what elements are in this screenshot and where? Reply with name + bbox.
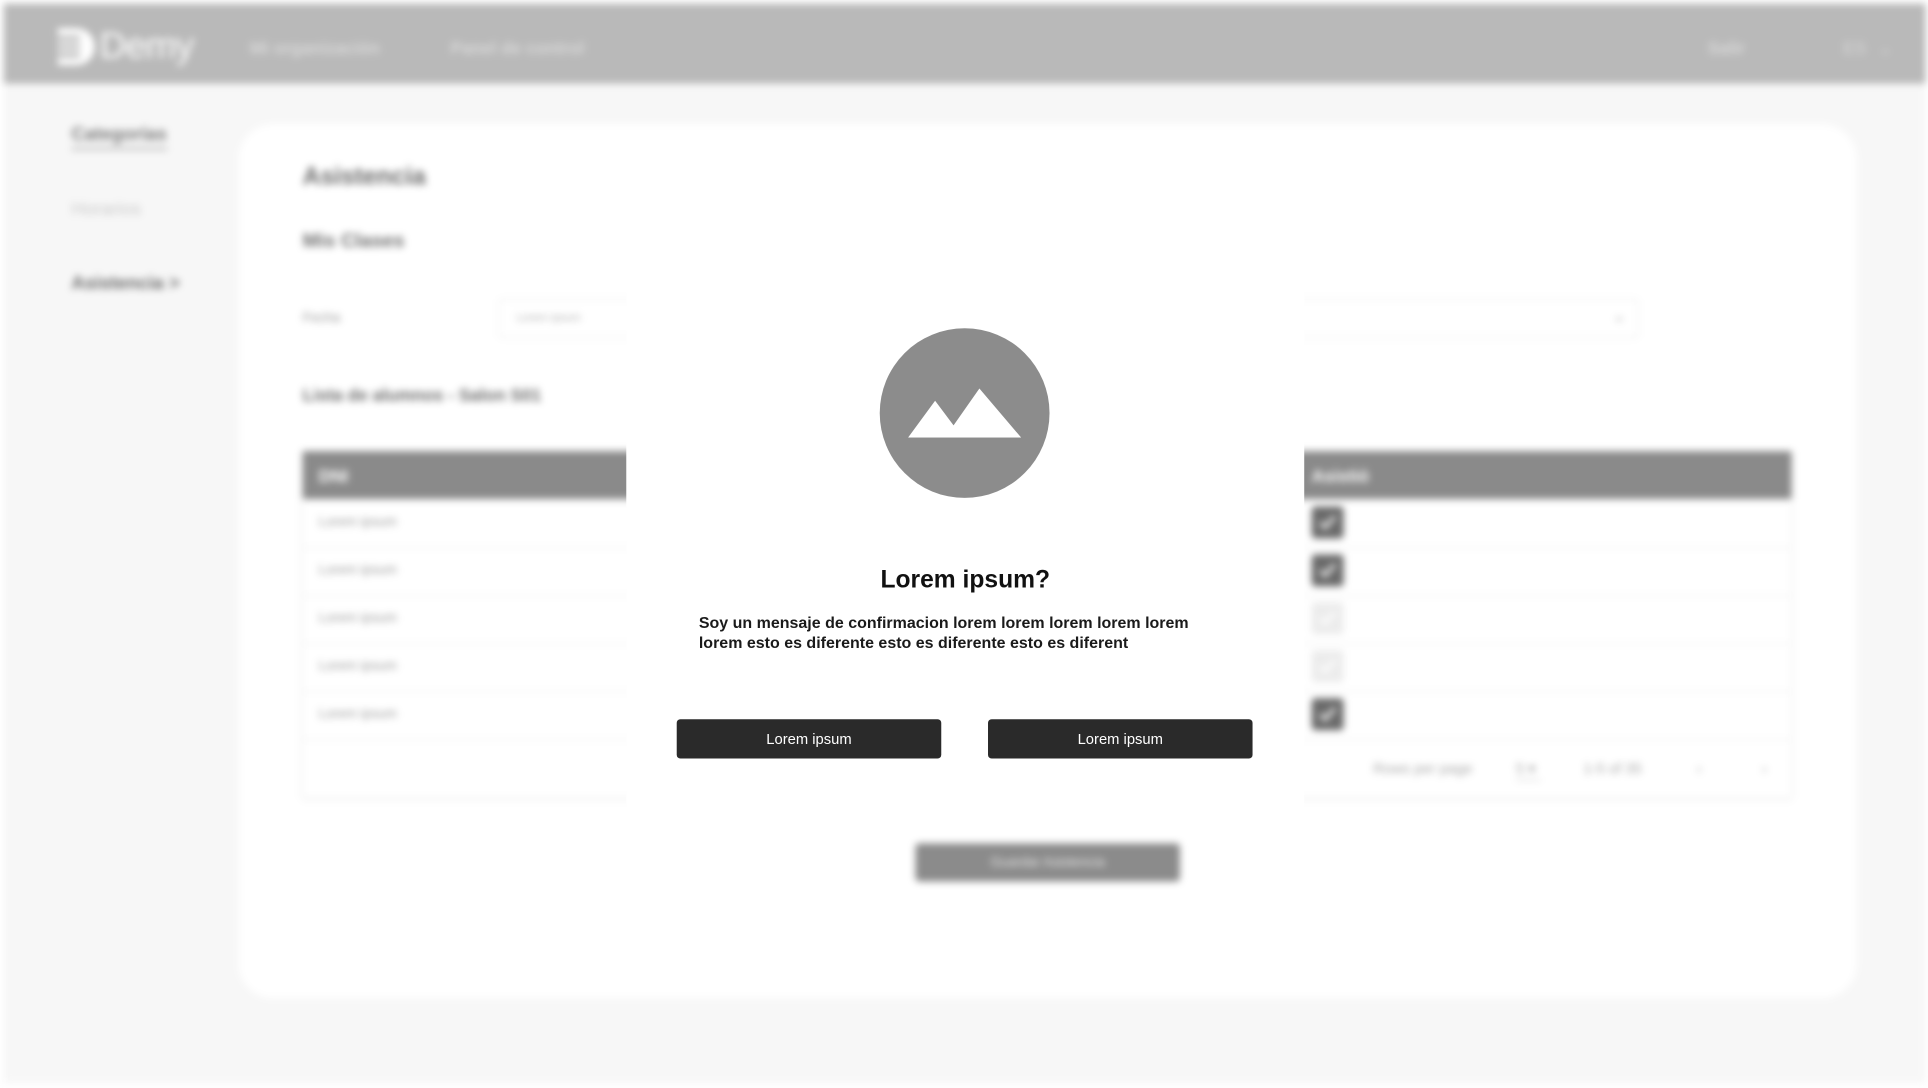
pagination-range: 1-5 of 35 (1583, 759, 1642, 777)
brand-logo[interactable]: Demy (57, 25, 195, 68)
rows-per-page-value: 5 (1515, 759, 1525, 777)
next-page-icon[interactable]: › (1762, 760, 1767, 777)
top-navigation-bar: Demy Mi organización Panel de control Sa… (3, 3, 1926, 84)
rows-per-page-select[interactable]: 5 ▾ (1515, 759, 1541, 781)
nav-mi-organizacion[interactable]: Mi organización (250, 38, 380, 58)
language-value: ES (1843, 38, 1867, 58)
checkmark-icon (1319, 707, 1337, 722)
dni-cell: Lorem ipsum (318, 515, 397, 530)
attendance-checkbox[interactable] (1311, 650, 1344, 683)
attendance-checkbox[interactable] (1311, 698, 1344, 731)
date-label: Fecha (302, 311, 341, 326)
sidebar-item-horarios[interactable]: Horarios (71, 199, 141, 220)
checkmark-icon (1319, 563, 1337, 578)
rows-per-page-label: Rows per page (1373, 759, 1473, 777)
logout-link[interactable]: Salir (1708, 38, 1745, 58)
app-stage: Demy Mi organización Panel de control Sa… (0, 0, 1928, 1088)
checkmark-icon (1319, 611, 1337, 626)
image-placeholder-icon (879, 328, 1050, 498)
save-attendance-button[interactable]: Guardar Asistencia (915, 843, 1180, 882)
section-subtitle: Mis Clases (302, 231, 405, 253)
page-title: Asistencia (302, 163, 426, 191)
student-list-title: Lista de alumnos - Salon S01 (302, 384, 542, 405)
dni-cell: Lorem ipsum (318, 706, 397, 722)
attendance-checkbox[interactable] (1311, 602, 1344, 635)
demy-logo-icon (57, 28, 95, 66)
modal-title: Lorem ipsum? (880, 566, 1051, 594)
column-asistio: Asistió (1311, 465, 1370, 486)
chevron-down-icon: ⌄ (1878, 38, 1893, 58)
caret-down-icon: ▾ (1528, 759, 1536, 777)
checkmark-icon (1319, 659, 1337, 674)
dni-cell: Lorem ipsum (318, 658, 397, 674)
dni-cell: Lorem ipsum (318, 611, 397, 626)
modal-button-right[interactable]: Lorem ipsum (988, 719, 1253, 759)
chevron-down-icon: ⌄ (1612, 307, 1626, 325)
dni-cell: Lorem ipsum (318, 563, 397, 578)
brand-name: Demy (99, 25, 195, 67)
modal-message: Soy un mensaje de confirmacion lorem lor… (698, 613, 1189, 652)
attendance-checkbox[interactable] (1311, 554, 1344, 587)
language-selector[interactable]: ES ⌄ (1843, 38, 1893, 59)
sidebar-item-asistencia[interactable]: Asistencia > (71, 273, 179, 294)
column-dni: DNI (318, 465, 349, 486)
nav-panel-de-control[interactable]: Panel de control (450, 38, 584, 58)
prev-page-icon[interactable]: ‹ (1697, 760, 1702, 777)
date-placeholder: Lorem ipsum (516, 311, 581, 324)
attendance-checkbox[interactable] (1311, 506, 1344, 539)
modal-button-left[interactable]: Lorem ipsum (676, 719, 942, 759)
confirmation-modal: Lorem ipsum? Soy un mensaje de confirmac… (626, 276, 1305, 824)
checkmark-icon (1319, 515, 1337, 530)
sidebar-item-categorias[interactable]: Categorías (71, 124, 167, 150)
